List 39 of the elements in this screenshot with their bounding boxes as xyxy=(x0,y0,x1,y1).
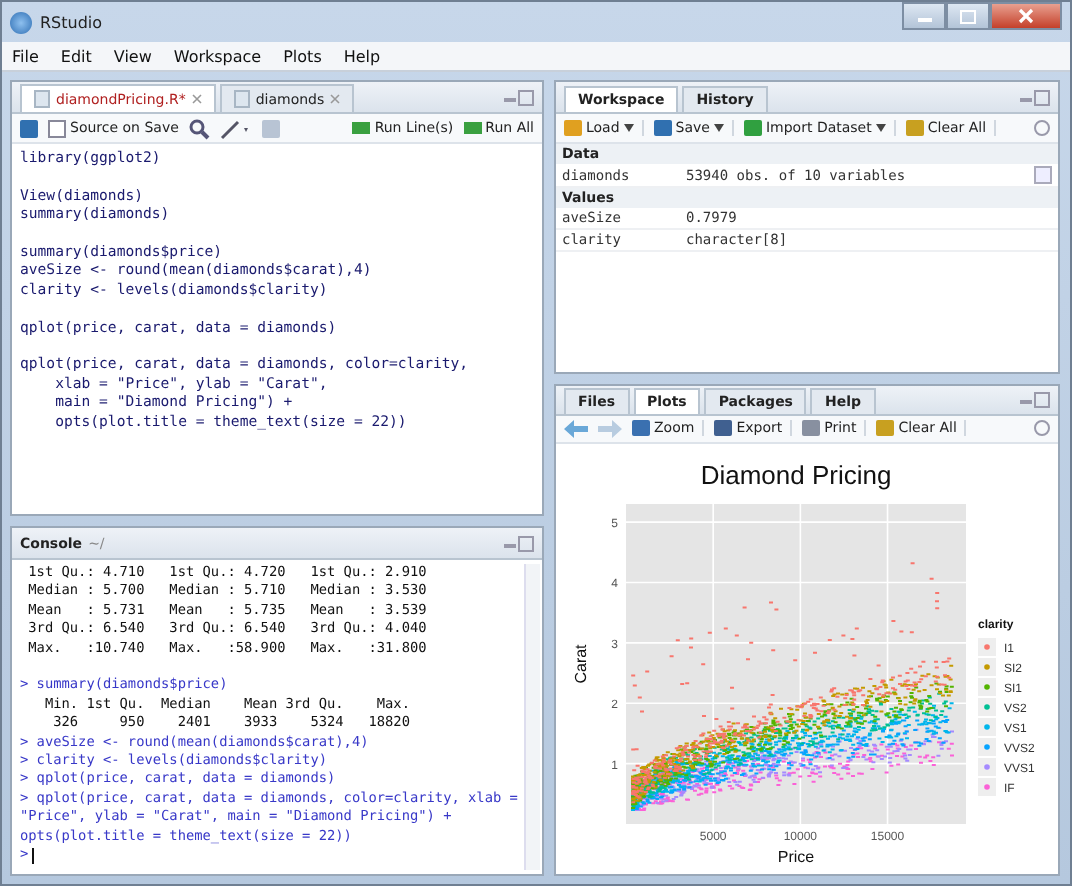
legend-key xyxy=(977,778,995,796)
minimize-button[interactable] xyxy=(902,2,946,30)
caret-icon xyxy=(713,124,724,132)
close-icon xyxy=(1018,8,1034,24)
menu-item[interactable]: Workspace xyxy=(173,47,262,65)
legend-key xyxy=(977,658,995,676)
plot-title: Diamond Pricing xyxy=(699,460,891,490)
app-logo-icon xyxy=(10,11,32,33)
pane-controls-icon[interactable] xyxy=(1020,391,1050,408)
forward-arrow-icon[interactable] xyxy=(598,419,622,438)
text-cursor xyxy=(32,847,35,864)
search-icon[interactable] xyxy=(188,117,211,139)
menu-item[interactable]: File xyxy=(12,47,39,65)
save-icon[interactable] xyxy=(20,119,38,137)
back-arrow-icon[interactable] xyxy=(564,419,588,438)
close-tab-icon[interactable] xyxy=(330,94,341,104)
wand-icon[interactable] xyxy=(220,117,253,139)
menu-item[interactable]: Help xyxy=(343,47,381,65)
legend-key xyxy=(977,678,995,696)
menu-item[interactable]: View xyxy=(113,47,152,65)
menu-item[interactable]: Plots xyxy=(283,47,322,65)
legend-key xyxy=(977,758,995,776)
pane-controls-icon[interactable] xyxy=(504,89,534,105)
scrollbar[interactable] xyxy=(524,564,540,870)
legend-key xyxy=(977,718,995,736)
legend-key xyxy=(977,698,995,716)
close-tab-icon[interactable] xyxy=(191,94,202,104)
pane-controls-icon[interactable] xyxy=(1020,89,1050,105)
legend-key xyxy=(977,738,995,756)
x-axis-label: Price xyxy=(776,848,814,866)
caret-icon xyxy=(875,124,886,132)
pane-controls-icon[interactable] xyxy=(504,535,534,551)
caret-icon xyxy=(623,124,634,132)
close-button[interactable] xyxy=(990,2,1062,30)
window-title: RStudio xyxy=(40,13,103,31)
maximize-button[interactable] xyxy=(946,2,990,30)
legend-key xyxy=(977,638,995,656)
menu-item[interactable]: Edit xyxy=(60,47,92,65)
y-axis-label: Carat xyxy=(571,644,589,684)
